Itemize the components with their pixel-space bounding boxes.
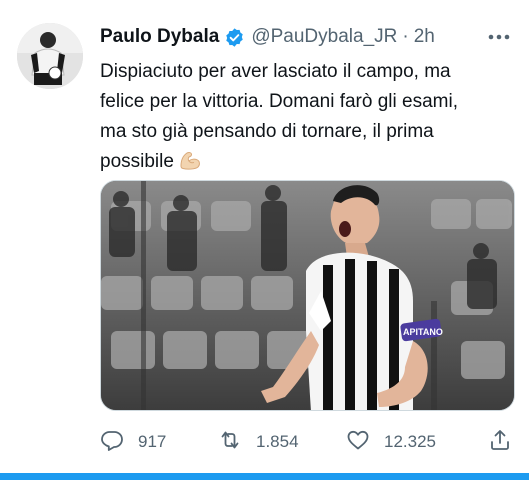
tweet-text: Dispiaciuto per aver lasciato il campo, … <box>100 57 520 177</box>
retweet-action[interactable]: 1.854 <box>218 424 299 460</box>
tweet-text-line-last: possibile <box>100 147 520 177</box>
like-count: 12.325 <box>384 432 436 451</box>
display-name[interactable]: Paulo Dybala <box>100 26 219 48</box>
share-icon[interactable] <box>488 428 512 457</box>
reply-icon[interactable] <box>100 428 124 457</box>
verified-badge-icon <box>224 27 245 48</box>
reply-count: 917 <box>138 432 167 451</box>
retweet-count: 1.854 <box>256 432 299 451</box>
timestamp[interactable]: 2h <box>414 26 435 48</box>
user-handle[interactable]: @PauDybala_JR <box>251 26 397 48</box>
tweet-header: Paulo Dybala @PauDybala_JR · 2h <box>100 24 435 50</box>
tweet-photo[interactable]: APITANO <box>100 180 515 411</box>
photo-player-celebrating: APITANO <box>101 181 514 410</box>
reply-action[interactable]: 917 <box>100 424 166 460</box>
captain-armband-text: APITANO <box>403 327 443 337</box>
avatar-image <box>17 23 83 89</box>
tweet-text-line: felice per la vittoria. Domani farò gli … <box>100 91 458 112</box>
like-action[interactable]: 12.325 <box>346 424 436 460</box>
flexed-biceps-icon <box>178 149 202 171</box>
separator-dot: · <box>402 26 409 47</box>
bottom-accent-bar <box>0 473 529 480</box>
tweet-text-line: Dispiaciuto per aver lasciato il campo, … <box>100 61 451 82</box>
tweet-text-line: ma sto già pensando di tornare, il prima <box>100 121 434 142</box>
tweet-text-line: possibile <box>100 151 174 172</box>
retweet-icon[interactable] <box>218 428 242 457</box>
more-options-icon[interactable] <box>484 26 514 48</box>
heart-icon[interactable] <box>346 428 370 457</box>
tweet: Paulo Dybala @PauDybala_JR · 2h Dispiaci… <box>0 0 529 480</box>
tweet-actions: 917 1.854 12.325 <box>100 424 520 460</box>
avatar[interactable] <box>17 23 83 89</box>
share-action[interactable] <box>488 424 512 460</box>
